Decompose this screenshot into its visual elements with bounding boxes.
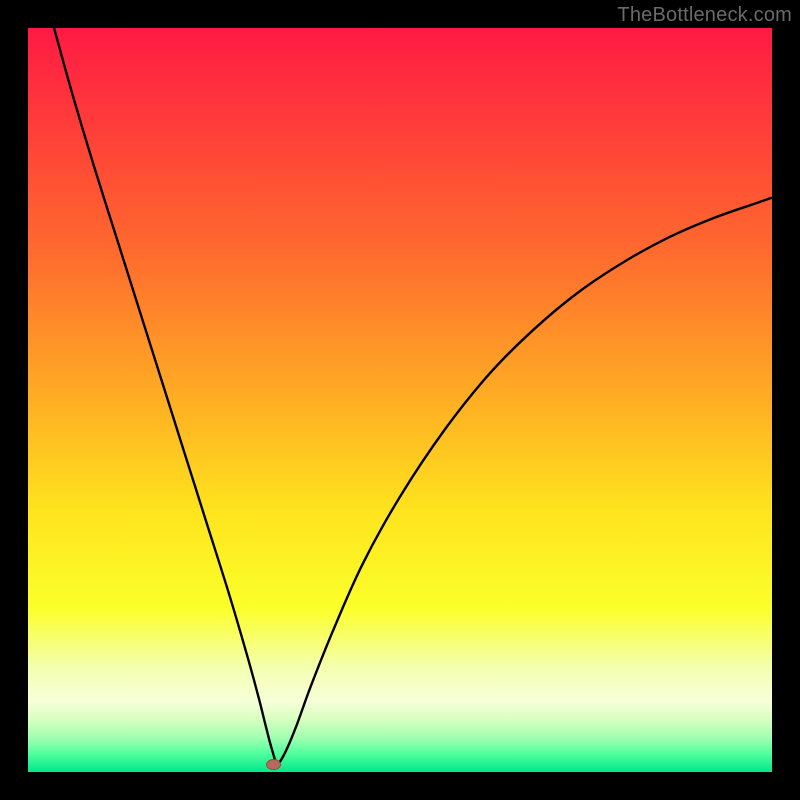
chart-frame: TheBottleneck.com: [0, 0, 800, 800]
chart-svg: [28, 28, 772, 772]
watermark-label: TheBottleneck.com: [617, 4, 792, 27]
plot-area: [28, 28, 772, 772]
gradient-background: [28, 28, 772, 772]
optimum-marker: [267, 760, 281, 770]
